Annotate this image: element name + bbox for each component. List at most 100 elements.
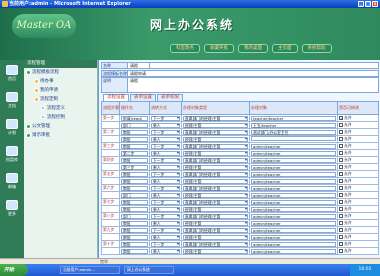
allow-checkbox[interactable]: ✓ [339, 116, 343, 121]
allow-checkbox[interactable] [339, 214, 343, 218]
handler-input[interactable]: admin/teacher [251, 227, 336, 233]
flow-mode-select[interactable]: 单人 [151, 234, 180, 240]
operation-name-input[interactable]: 审批 [121, 206, 148, 212]
allow-checkbox[interactable] [339, 200, 343, 204]
flow-mode-select[interactable]: 下一步 [151, 129, 180, 135]
handler-type-select[interactable]: 直属部门的经理/主管 [183, 185, 248, 191]
minimize-button[interactable]: _ [358, 1, 364, 7]
handler-type-select[interactable]: 直属部门的经理/主管 [183, 199, 248, 205]
mail-shortcut[interactable]: 邮箱 [1, 173, 23, 195]
more-shortcut[interactable]: 更多 [1, 200, 23, 222]
handler-type-select[interactable]: 经理/主管 [183, 178, 248, 184]
allow-checkbox[interactable] [339, 144, 343, 148]
tree-item[interactable]: 待办事 [24, 77, 97, 86]
flow-mode-select[interactable]: 单人 [151, 164, 180, 170]
operation-name-input[interactable]: 审批 [121, 227, 148, 233]
operation-name-input[interactable]: 审批 [121, 129, 148, 135]
archive-shortcut[interactable]: 档案库 [1, 146, 23, 168]
tree-item[interactable]: 流程定义 [24, 104, 97, 113]
handler-input[interactable]: admin/teacher [251, 220, 336, 226]
allow-checkbox[interactable] [339, 221, 343, 225]
name-input[interactable] [150, 63, 378, 68]
handler-input[interactable]: 王五/teacher [251, 122, 336, 128]
handler-type-select[interactable]: 直属部门的经理/主管 [183, 143, 248, 149]
nav-item-3[interactable]: 主页面 [272, 44, 298, 53]
nav-item-1[interactable]: 收藏夹批 [204, 44, 234, 53]
handler-input[interactable]: admin/teacher [251, 206, 336, 212]
tab-form-permissions[interactable]: 表单权限 [157, 94, 183, 101]
flow-mode-select[interactable]: 下一步 [151, 241, 180, 247]
handler-input[interactable]: admin/teacher [251, 199, 336, 205]
flow-mode-select[interactable]: 下一步 [151, 199, 180, 205]
taskbar-item[interactable]: 网上办公系统 [124, 266, 174, 274]
operation-name-input[interactable]: 审批 [121, 185, 148, 191]
flow-mode-select[interactable]: 下一步 [151, 143, 180, 149]
handler-input[interactable]: admin/teacher [251, 234, 336, 240]
flow-mode-select[interactable]: 单人 [151, 192, 180, 198]
handler-type-select[interactable]: 经理/主管 [183, 136, 248, 142]
flow-mode-select[interactable]: 单人 [151, 136, 180, 142]
handler-input[interactable]: teacher/teacher [251, 115, 336, 121]
allow-checkbox[interactable] [339, 123, 343, 127]
operation-name-input[interactable]: 第二步 [121, 150, 148, 156]
handler-type-select[interactable]: 直属部门的经理/主管 [183, 227, 248, 233]
allow-checkbox[interactable] [339, 235, 343, 239]
flow-mode-select[interactable]: 下一步 [151, 157, 180, 163]
flow-mode-select[interactable]: 单人 [151, 248, 180, 254]
operation-name-input[interactable]: 审批 [121, 241, 148, 247]
allow-checkbox[interactable] [339, 137, 343, 141]
allow-checkbox[interactable] [339, 130, 343, 134]
operation-name-input[interactable]: 申请(read) [121, 115, 148, 121]
handler-input[interactable]: admin/teacher [251, 164, 336, 170]
handler-input[interactable]: admin/teacher [251, 241, 336, 247]
handler-type-select[interactable]: 经理/主管 [183, 164, 248, 170]
tree-item[interactable]: 流程控制 [24, 113, 97, 122]
flow-mode-select[interactable]: 下一步 [151, 115, 180, 121]
tree-item[interactable]: 流程定制 [24, 95, 97, 104]
handler-type-select[interactable]: 直属部门的经理/主管 [183, 115, 248, 121]
operation-name-input[interactable]: 审批 [121, 136, 148, 142]
handler-input[interactable]: admin/teacher [251, 192, 336, 198]
flow-mode-select[interactable]: 下一步 [151, 171, 180, 177]
operation-name-input[interactable]: 审批 [121, 178, 148, 184]
handler-type-select[interactable]: 直属部门的经理/主管 [183, 157, 248, 163]
handler-input[interactable]: admin/teacher [251, 248, 336, 254]
operation-name-input[interactable]: 部门 [121, 192, 148, 198]
allow-checkbox[interactable] [339, 165, 343, 169]
start-button[interactable]: 开始 [0, 264, 28, 276]
allow-checkbox[interactable] [339, 158, 343, 162]
operation-name-input[interactable]: 审批 [121, 220, 148, 226]
handler-type-select[interactable]: 经理/主管 [183, 192, 248, 198]
handler-type-select[interactable]: 经理/主管 [183, 150, 248, 156]
handler-type-select[interactable]: 直属部门的经理/主管 [183, 171, 248, 177]
flow-mode-select[interactable]: 单人 [151, 150, 180, 156]
operation-name-input[interactable]: 部门 [121, 122, 148, 128]
tab-form-settings[interactable]: 表单设置 [130, 94, 156, 101]
handler-input[interactable]: admin/teacher [251, 178, 336, 184]
plan-shortcut[interactable]: 计划 [1, 119, 23, 141]
operation-name-input[interactable]: 审批 [121, 248, 148, 254]
nav-item-0[interactable]: 科室政务 [170, 44, 200, 53]
handler-type-select[interactable]: 直属部门的经理/主管 [183, 129, 248, 135]
handler-input[interactable]: admin/teacher [251, 171, 336, 177]
tab-flow-settings[interactable]: 流程设置 [103, 94, 129, 101]
flow-mode-select[interactable]: 下一步 [151, 227, 180, 233]
handler-type-select[interactable]: 经理/主管 [183, 234, 248, 240]
handler-type-select[interactable]: 经理/主管 [183, 206, 248, 212]
allow-checkbox[interactable] [339, 179, 343, 183]
flow-mode-select[interactable]: 单人 [151, 178, 180, 184]
flow-mode-select[interactable]: 单人 [151, 122, 180, 128]
allow-checkbox[interactable] [339, 172, 343, 176]
close-button[interactable]: x [372, 1, 378, 7]
flow-mode-select[interactable]: 单人 [151, 206, 180, 212]
template-name-input[interactable]: 请假申请 [128, 71, 378, 76]
home-shortcut[interactable]: 首页 [1, 65, 23, 87]
tree-item[interactable]: 请示审批 [24, 131, 97, 140]
operation-name-input[interactable]: 审批 [121, 157, 148, 163]
nav-item-4[interactable]: 系统帮助 [301, 44, 332, 53]
handler-input[interactable]: admin/teacher [251, 150, 336, 156]
tree-item[interactable]: 流程模板流程 [24, 68, 97, 77]
allow-checkbox[interactable] [339, 242, 343, 246]
handler-input[interactable]: admin/teacher [251, 157, 336, 163]
operation-name-input[interactable]: 审批 [121, 199, 148, 205]
